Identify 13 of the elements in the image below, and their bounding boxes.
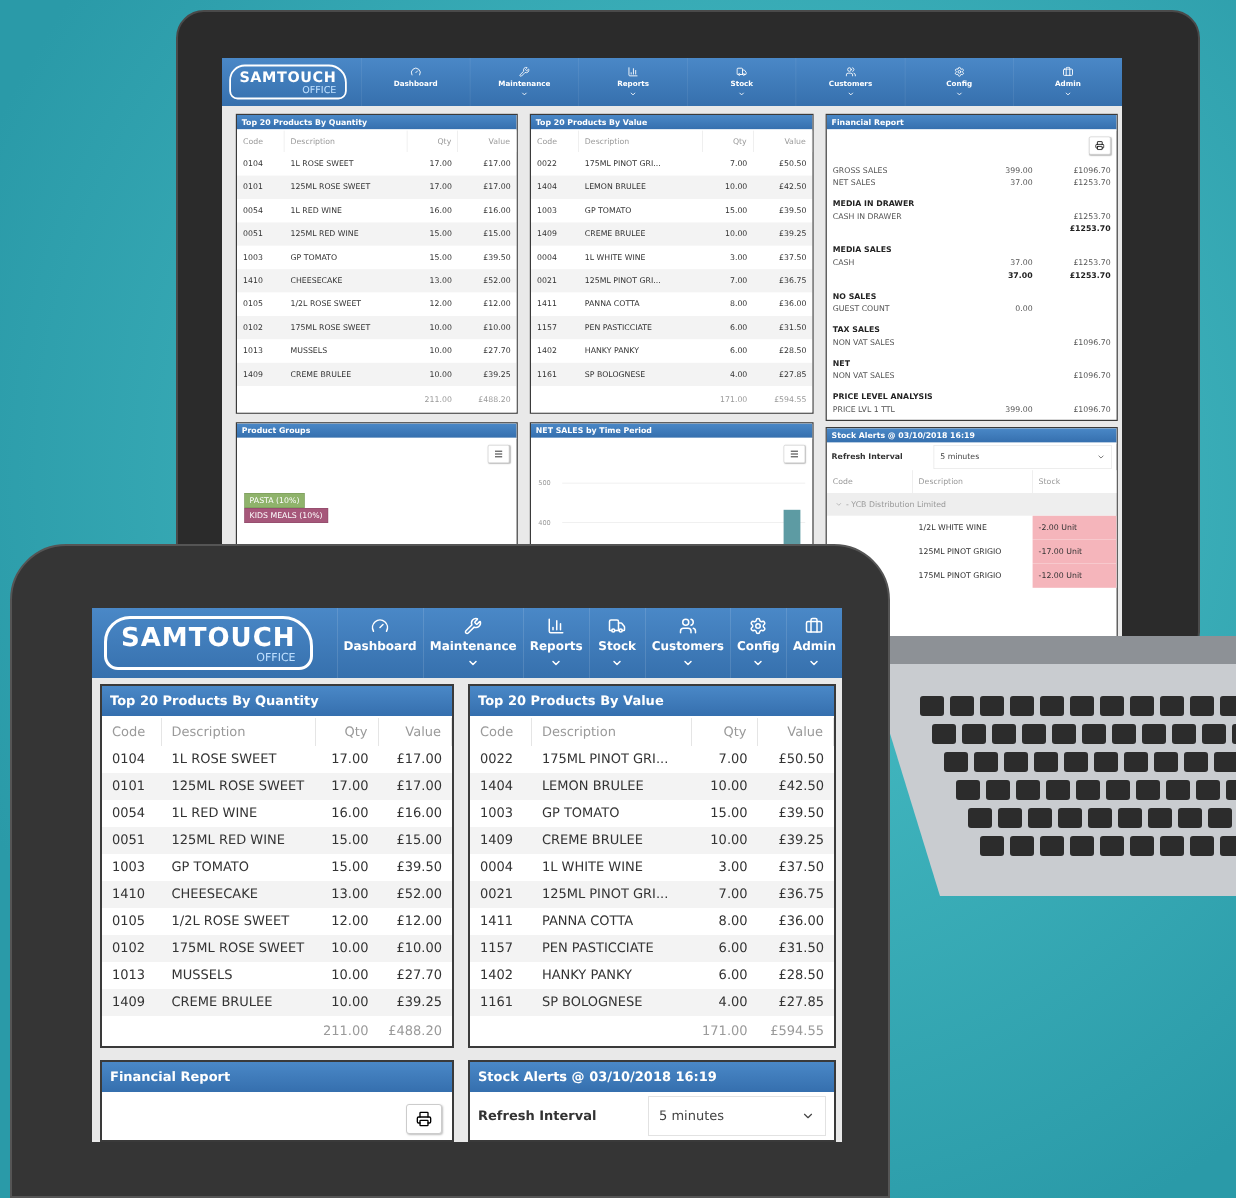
print-button[interactable] [1089, 136, 1111, 155]
logo-text: SAMTOUCH [121, 625, 296, 652]
gauge-icon [371, 617, 390, 635]
briefcase-icon [805, 617, 824, 635]
menu-button[interactable] [783, 445, 806, 463]
users-icon [678, 617, 697, 635]
wrench-icon [464, 617, 483, 635]
printer-icon [416, 1111, 432, 1127]
bar-chart-icon [547, 617, 566, 635]
print-button[interactable] [406, 1104, 442, 1134]
settings-icon [749, 617, 768, 635]
menu-button[interactable] [487, 445, 510, 463]
truck-icon [608, 617, 627, 635]
